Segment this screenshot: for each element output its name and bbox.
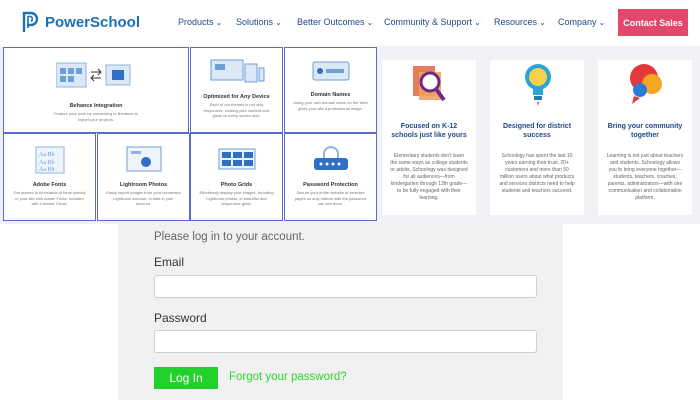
dropdown-item-desc: Using your own domain name on the Web gi… [293, 100, 368, 111]
powerschool-logo-icon [22, 11, 39, 33]
dropdown-item-title: Domain Names [310, 92, 351, 98]
nav-products[interactable]: Products ⌄ [178, 17, 222, 27]
dropdown-item-adobe-fonts[interactable]: Aa Bb Aa Bb Aa Bb Adobe Fonts Get access… [3, 133, 96, 221]
svg-text:Aa Bb: Aa Bb [39, 160, 55, 166]
dropdown-item-desc: Get access to thousands of fonts directl… [13, 190, 86, 206]
nav-label: Better Outcomes [297, 17, 365, 27]
nav-label: Resources [494, 17, 538, 27]
chat-icon [628, 62, 664, 113]
nav-company[interactable]: Company ⌄ [558, 17, 605, 27]
dropdown-item-photo-grids[interactable]: Photo Grids Effortlessly display your im… [190, 133, 283, 221]
magnifier-icon [410, 62, 450, 113]
dropdown-item-lightroom-photos[interactable]: Lightroom Photos Easily import images fr… [97, 133, 190, 221]
feature-title: Focused on K-12 schools just like yours [391, 123, 467, 139]
dropdown-item-optimized-device[interactable]: Optimized for Any Device Each of our the… [190, 47, 283, 133]
dropdown-item-title: Behance Integration [69, 103, 123, 109]
login-prompt: Please log in to your account. [154, 231, 305, 243]
login-panel: Please log in to your account. Email Pas… [118, 222, 563, 400]
chevron-down-icon: ⌄ [366, 17, 374, 27]
devices-icon [209, 58, 265, 89]
grid-icon [218, 148, 256, 175]
nav-community-support[interactable]: Community & Support ⌄ [384, 17, 481, 27]
email-field[interactable] [154, 275, 537, 298]
feature-body: Schoology has spent the last 10 years ea… [499, 153, 575, 194]
dropdown-item-behance-integration[interactable]: Behance Integration Feature your work by… [3, 47, 189, 133]
feature-card-community: Bring your community together Learning i… [598, 60, 692, 215]
dropdown-item-title: Password Protection [303, 182, 358, 188]
chevron-down-icon: ⌄ [275, 17, 282, 27]
dropdown-item-title: Optimized for Any Device [203, 94, 270, 100]
nav-label: Solutions [236, 17, 274, 27]
nav-label: Company [558, 17, 597, 27]
feature-card-district: Designed for district success Schoology … [490, 60, 584, 215]
dropdown-item-title: Lightroom Photos [119, 182, 168, 188]
chevron-down-icon: ⌄ [474, 17, 481, 27]
chevron-down-icon: ⌄ [598, 17, 606, 27]
nav-label: Community & Support [384, 17, 473, 27]
svg-text:Aa Bb: Aa Bb [39, 167, 55, 173]
feature-body: Learning is not just about teachers and … [606, 153, 684, 201]
chevron-down-icon: ⌄ [539, 17, 546, 27]
feature-title: Designed for district success [502, 123, 572, 139]
dropdown-item-desc: Easily import images from your connected… [106, 190, 181, 206]
forgot-password-link[interactable]: Forgot your password? [229, 371, 347, 383]
contact-sales-button[interactable]: Contact Sales [618, 9, 688, 36]
dropdown-item-desc: Secure your entire website or selected p… [294, 190, 367, 206]
brand-logo[interactable]: PowerSchool [22, 11, 140, 33]
fonts-icon: Aa Bb Aa Bb Aa Bb [35, 146, 65, 179]
feature-body: Elementary students don't learn the same… [390, 153, 468, 201]
feature-card-k12: Focused on K-12 schools just like yours … [382, 60, 476, 215]
feature-title: Bring your community together [607, 123, 683, 139]
chevron-down-icon: ⌄ [215, 17, 223, 27]
password-label: Password [154, 311, 207, 325]
photos-icon [126, 146, 162, 177]
nav-label: Products [178, 17, 214, 27]
dropdown-item-password-protection[interactable]: Password Protection Secure your entire w… [284, 133, 377, 221]
svg-text:Aa Bb: Aa Bb [39, 152, 55, 158]
dropdown-item-desc: Effortlessly display your images, includ… [199, 190, 274, 206]
email-label: Email [154, 255, 185, 269]
domain-icon [312, 60, 350, 87]
dropdown-item-title: Adobe Fonts [32, 182, 67, 188]
nav-better-outcomes[interactable]: Better Outcomes ⌄ [297, 17, 373, 27]
password-icon [313, 146, 349, 177]
dropdown-item-desc: Each of our themes is not only responsiv… [203, 102, 270, 118]
nav-resources[interactable]: Resources ⌄ [494, 17, 546, 27]
nav-solutions[interactable]: Solutions ⌄ [236, 17, 282, 27]
products-dropdown-menu: Behance Integration Feature your work by… [3, 46, 377, 221]
login-button[interactable]: Log In [154, 367, 218, 389]
integration-icon [55, 61, 136, 94]
top-navigation-bar: PowerSchool Products ⌄ Solutions ⌄ Bette… [0, 0, 700, 46]
password-field[interactable] [154, 330, 537, 353]
brand-name: PowerSchool [45, 13, 141, 31]
dropdown-item-desc: Feature your work by connecting to Behan… [54, 111, 138, 122]
dropdown-item-domain-names[interactable]: Domain Names Using your own domain name … [284, 47, 377, 133]
lightbulb-icon [522, 62, 554, 111]
dropdown-item-title: Photo Grids [220, 182, 253, 188]
